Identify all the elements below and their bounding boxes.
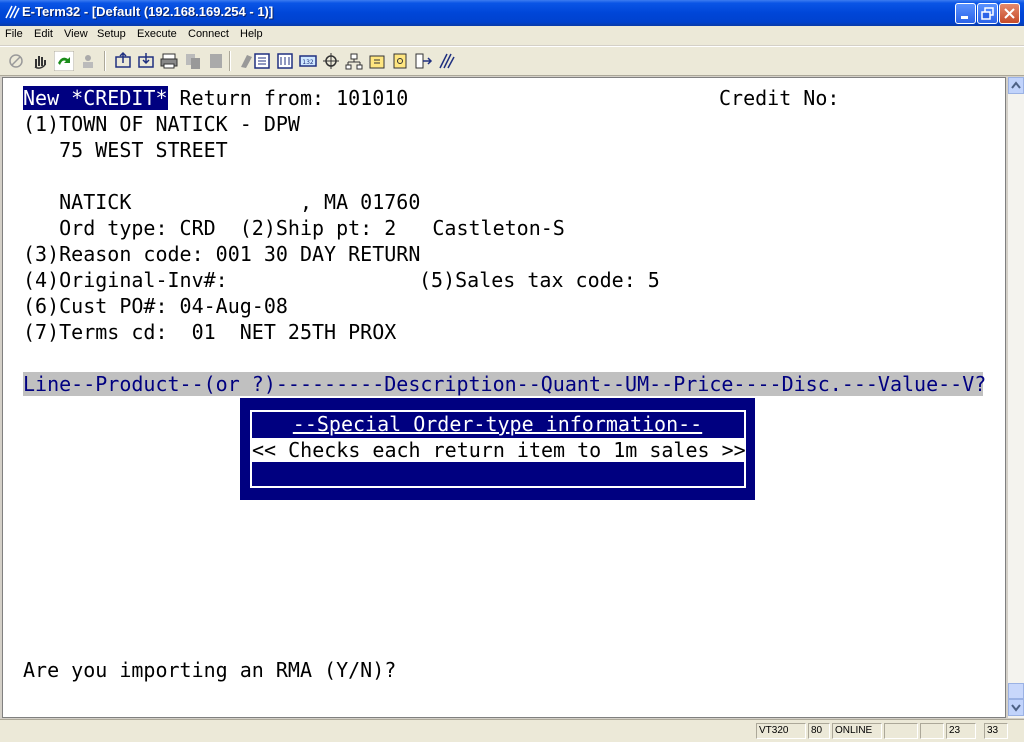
minimize-button[interactable] [955, 3, 976, 24]
arrow-down-icon [1011, 704, 1021, 712]
menu-file[interactable]: File [5, 28, 23, 40]
reason-code-line: (3)Reason code: 001 30 DAY RETURN [23, 242, 421, 266]
scroll-down-button[interactable] [1008, 699, 1024, 716]
connect-icon[interactable] [54, 51, 74, 71]
eterm-app-icon [5, 5, 20, 19]
popup-message: << Checks each return item to 1m sales >… [252, 438, 746, 462]
vertical-scrollbar[interactable] [1007, 77, 1024, 718]
eterm-logo-icon[interactable] [437, 51, 457, 71]
status-col: 33 [984, 723, 1008, 739]
minimize-icon [961, 16, 968, 19]
status-blank-1 [884, 723, 918, 739]
copy-icon[interactable] [183, 51, 203, 71]
hand-icon[interactable] [30, 51, 50, 71]
title-bar[interactable]: E-Term32 - [Default (192.168.169.254 - 1… [0, 0, 1024, 26]
status-bar: VT320 80 ONLINE 23 33 [0, 719, 1024, 742]
line-items-column-header: Line--Product--(or ?)---------Descriptio… [23, 372, 987, 396]
toolbar: 132 [0, 46, 1024, 76]
receive-file-icon[interactable] [136, 51, 156, 71]
credit-no-label: Credit No: [719, 86, 840, 110]
original-inv-label: (4)Original-Inv#: [23, 268, 228, 292]
return-from-text: Return from: 101010 [167, 86, 409, 110]
menu-connect[interactable]: Connect [188, 28, 229, 40]
special-order-popup: --Special Order-type information-- << Ch… [240, 398, 755, 500]
arrow-up-icon [1011, 81, 1021, 89]
paste-icon[interactable] [206, 51, 226, 71]
compass-icon[interactable] [321, 51, 341, 71]
popup-title: --Special Order-type information-- [292, 412, 703, 436]
close-button[interactable] [999, 3, 1020, 24]
toolbar-separator [229, 51, 231, 71]
restore-icon [981, 7, 994, 20]
status-columns: 80 [808, 723, 830, 739]
sales-tax-code-label: (5)Sales tax code: 5 [419, 268, 660, 292]
user-icon[interactable] [78, 51, 98, 71]
svg-text:132: 132 [302, 59, 314, 66]
log-icon[interactable] [275, 51, 295, 71]
print-icon[interactable] [159, 51, 179, 71]
menu-help[interactable]: Help [240, 28, 263, 40]
new-credit-badge: New *CREDIT* [23, 86, 168, 110]
capture-icon[interactable] [252, 51, 272, 71]
order-type-line: Ord type: CRD (2)Ship pt: 2 Castleton-S [23, 216, 565, 240]
send-file-icon[interactable] [113, 51, 133, 71]
status-row: 23 [946, 723, 976, 739]
terms-line: (7)Terms cd: 01 NET 25TH PROX [23, 320, 397, 344]
close-icon [1004, 8, 1015, 19]
network-icon[interactable] [344, 51, 364, 71]
toolbar-separator [104, 51, 106, 71]
script-icon[interactable] [367, 51, 387, 71]
window-title: E-Term32 - [Default (192.168.169.254 - 1… [22, 4, 274, 19]
customer-name-line: (1)TOWN OF NATICK - DPW [23, 112, 300, 136]
credit-header-line: New *CREDIT* Return from: 101010 [23, 86, 408, 110]
scroll-up-button[interactable] [1008, 77, 1024, 94]
disconnect-icon[interactable] [6, 51, 26, 71]
menu-edit[interactable]: Edit [34, 28, 53, 40]
macro-icon[interactable] [390, 51, 410, 71]
rma-prompt: Are you importing an RMA (Y/N)? [23, 658, 397, 682]
address-line: 75 WEST STREET [23, 138, 228, 162]
menu-view[interactable]: View [64, 28, 88, 40]
cust-po-line: (6)Cust PO#: 04-Aug-08 [23, 294, 288, 318]
keypad-icon[interactable]: 132 [298, 51, 318, 71]
city-state-zip-line: NATICK , MA 01760 [23, 190, 421, 214]
restore-button[interactable] [977, 3, 998, 24]
menu-bar: File Edit View Setup Execute Connect Hel… [0, 26, 1024, 45]
status-connection: ONLINE [832, 723, 882, 739]
menu-execute[interactable]: Execute [137, 28, 177, 40]
menu-setup[interactable]: Setup [97, 28, 126, 40]
exit-icon[interactable] [413, 51, 433, 71]
status-terminal-type: VT320 [756, 723, 806, 739]
scroll-thumb[interactable] [1008, 683, 1024, 699]
eterm-window: E-Term32 - [Default (192.168.169.254 - 1… [0, 0, 1024, 742]
status-blank-2 [920, 723, 944, 739]
terminal-screen[interactable]: New *CREDIT* Return from: 101010 Credit … [2, 77, 1006, 718]
